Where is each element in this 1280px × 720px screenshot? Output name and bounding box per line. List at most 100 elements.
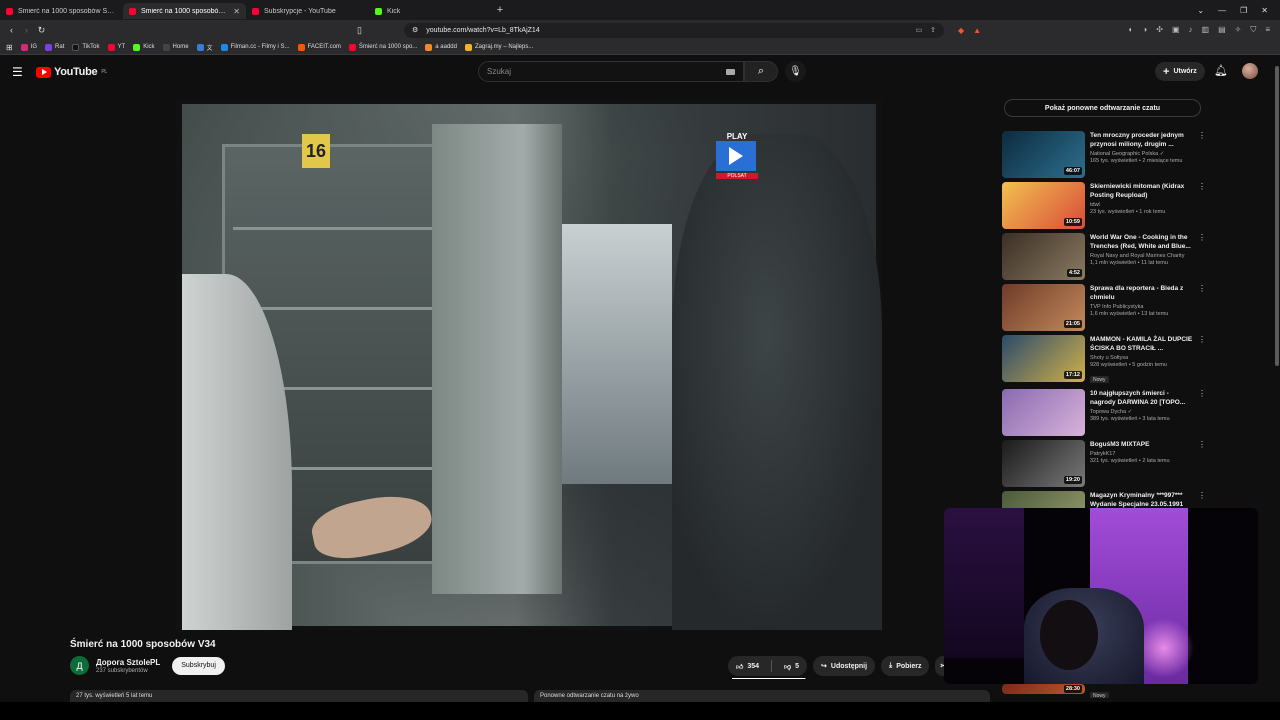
more-actions-icon[interactable]: ⋮ (1198, 389, 1206, 437)
browser-tab[interactable]: Subskrypcje - YouTube (246, 3, 369, 19)
reader-icon[interactable]: ▤ (1218, 25, 1226, 35)
recommendation-item[interactable]: 19:20 BoguśM3 MIXTAPE PatrykK17 321 tys. wy… (1002, 440, 1207, 488)
scrollbar-thumb[interactable] (1275, 66, 1279, 366)
rewards-icon[interactable]: ▲ (973, 26, 981, 35)
bookmark-item[interactable]: IG (20, 43, 38, 51)
bookmark-item[interactable]: Filman.cc - Filmy i S... (220, 43, 290, 51)
leo-icon[interactable]: ✧ (1235, 25, 1242, 35)
new-tab-button[interactable]: + (492, 4, 508, 16)
music-icon[interactable]: ♪ (1189, 25, 1193, 35)
download-button[interactable]: ⤓ Pobierz (881, 656, 930, 676)
hamburger-menu-icon[interactable]: ☰ (12, 65, 24, 79)
video-thumbnail[interactable]: 4:52 (1002, 233, 1085, 280)
bookmark-label: IG (30, 44, 38, 50)
bookmark-item[interactable]: YT (107, 43, 125, 51)
bookmark-item[interactable]: Zagraj.my – Najleps... (465, 43, 533, 51)
bookmark-item[interactable]: Rat (45, 43, 64, 51)
search-button[interactable]: ⌕ (744, 61, 778, 82)
more-actions-icon[interactable]: ⋮ (1198, 335, 1206, 383)
recommendation-title: World War One - Cooking in the Trenches … (1090, 234, 1191, 250)
browser-tab[interactable]: Kick (369, 3, 492, 19)
vpn-icon[interactable]: ◐ (1129, 25, 1134, 35)
bookmark-item[interactable]: FACEIT.com (297, 43, 341, 51)
address-bar[interactable]: ⚙ youtube.com/watch?v=Lb_8TkAjZ14 ▭ ⇪ (404, 22, 944, 38)
bookmark-label: TikTok (82, 44, 100, 50)
video-thumbnail[interactable]: 17:12 (1002, 335, 1085, 382)
browser-tab[interactable]: Śmierć na 1000 sposobów S1 Odc. 2 (0, 3, 123, 19)
notifications-bell-icon[interactable]: 🔔︎ (1214, 64, 1228, 77)
video-thumbnail[interactable]: 19:20 (1002, 440, 1085, 487)
restore-icon[interactable]: ❐ (1240, 6, 1247, 15)
logo-text: YouTube (54, 66, 98, 78)
toolbar-icons: ◐ ◑ ✣ ▣ ♪ ▥ ▤ ✧ ⛉ ≡ (1129, 25, 1270, 35)
video-thumbnail[interactable] (1002, 389, 1085, 436)
bookmark-icon[interactable]: ▯ (352, 25, 367, 36)
new-badge: Nowy (1090, 692, 1109, 698)
recommendation-item[interactable]: 46:07 Ten mroczny proceder jednym przynos… (1002, 131, 1207, 179)
bookmark-item[interactable]: Śmierć na 1000 spo... (348, 43, 417, 51)
video-thumbnail[interactable]: 46:07 (1002, 131, 1085, 178)
bookmark-item[interactable]: TikTok (72, 43, 100, 51)
apps-grid-icon[interactable]: ⊞ (6, 43, 13, 52)
minimize-icon[interactable]: — (1218, 6, 1226, 15)
video-duration: 28:30 (1063, 685, 1082, 693)
shield-icon[interactable]: ⛉ (1250, 25, 1256, 35)
video-player[interactable]: 16 PLAY POLSAT (176, 100, 882, 630)
brave-shield-icon[interactable]: ◆ (958, 26, 964, 35)
more-actions-icon[interactable]: ⋮ (1198, 182, 1206, 230)
search-tabs-icon[interactable]: ⌄ (1197, 6, 1204, 15)
recommendation-title: Ten mroczny proceder jednym przynosi mil… (1090, 132, 1184, 148)
sidebar-icon[interactable]: ▥ (1202, 25, 1210, 35)
recommendation-channel: PatrykK17 (1090, 451, 1116, 457)
keyboard-icon[interactable] (726, 68, 735, 75)
live-chat-replay-box[interactable]: Ponowne odtwarzanie czatu na żywo (534, 690, 990, 702)
more-actions-icon[interactable]: ⋮ (1198, 131, 1206, 179)
like-button[interactable]: 👍︎ 354 (728, 656, 767, 676)
extension-icon[interactable]: ◑ (1142, 25, 1147, 35)
reload-icon[interactable]: ↻ (34, 25, 49, 36)
browser-tab-active[interactable]: Śmierć na 1000 sposobów V3 ✕ (123, 3, 246, 19)
bookmark-item[interactable]: Kick (133, 43, 155, 51)
zagraj-icon (465, 43, 472, 51)
bookmark-item[interactable]: 文 (196, 43, 213, 52)
tab-title: Kick (387, 7, 401, 15)
search-input[interactable]: Szukaj (478, 61, 744, 82)
bookmark-label: Kick (143, 44, 155, 50)
video-thumbnail[interactable]: 28:30 (1002, 684, 1085, 694)
puzzle-icon[interactable]: ✣ (1156, 25, 1163, 35)
description-box[interactable]: 27 tys. wyświetleń 5 lat temu (70, 690, 528, 702)
video-thumbnail[interactable]: 21:05 (1002, 284, 1085, 331)
menu-icon[interactable]: ≡ (1265, 25, 1270, 35)
more-actions-icon[interactable]: ⋮ (1198, 440, 1206, 488)
video-thumbnail[interactable]: 10:59 (1002, 182, 1085, 229)
more-actions-icon[interactable]: ⋮ (1198, 284, 1206, 332)
show-chat-replay-button[interactable]: Pokaż ponowne odtwarzanie czatu (1004, 99, 1201, 117)
channel-avatar[interactable]: Д (70, 656, 89, 675)
site-info-icon[interactable]: ⚙ (412, 26, 418, 34)
voice-search-button[interactable]: 🎙︎ (785, 61, 806, 82)
recommendation-item[interactable]: 17:12 MAMMON - KAMILA ŻAL DUPCIE ŚCISKA B… (1002, 335, 1207, 383)
recommendation-item[interactable]: 28:30 Nowy (1002, 684, 1207, 698)
cast-icon[interactable]: ▭ (916, 26, 923, 34)
bookmark-item[interactable]: Home (162, 43, 189, 51)
create-button[interactable]: + Utwórz (1155, 62, 1205, 81)
recommendation-item[interactable]: 4:52 World War One - Cooking in the Trenc… (1002, 233, 1207, 281)
close-window-icon[interactable]: ✕ (1261, 6, 1268, 15)
channel-name[interactable]: Дорога SztolePL (96, 658, 160, 667)
account-avatar[interactable] (1242, 63, 1258, 79)
recommendation-item[interactable]: 10:59 Skierniewicki mitoman (Kidrax Posti… (1002, 182, 1207, 230)
dislike-button[interactable]: 👎︎ 5 (776, 656, 807, 676)
subscribe-button[interactable]: Subskrybuj (172, 656, 225, 675)
recommendation-item[interactable]: 10 najgłupszych śmierci - nagrody DARWIN… (1002, 389, 1207, 437)
share-icon[interactable]: ⇪ (930, 26, 936, 34)
recommendation-item[interactable]: 21:05 Sprawa dla reportera - Bieda z chmi… (1002, 284, 1207, 332)
back-icon[interactable]: ‹ (4, 25, 19, 35)
close-tab-icon[interactable]: ✕ (233, 7, 240, 16)
forward-icon[interactable]: › (19, 25, 34, 35)
youtube-logo[interactable]: YouTube PL (36, 66, 107, 78)
more-actions-icon[interactable]: ⋮ (1198, 233, 1206, 281)
thumbs-down-icon: 👎︎ (784, 663, 792, 671)
wallet-icon[interactable]: ▣ (1172, 25, 1180, 35)
share-button[interactable]: ↪ Udostępnij (813, 656, 876, 676)
bookmark-item[interactable]: a aaddd (425, 43, 457, 51)
